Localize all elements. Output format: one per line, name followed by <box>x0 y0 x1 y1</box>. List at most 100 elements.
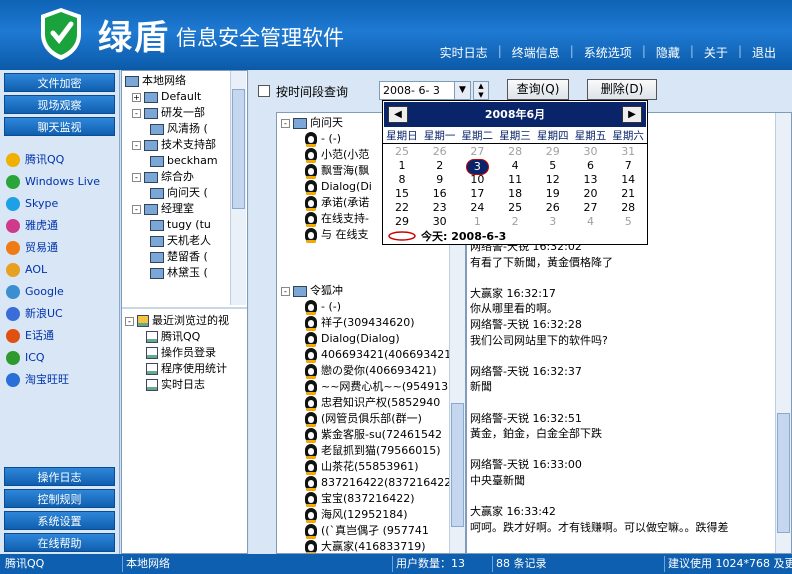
chat-user[interactable]: 戀の愛你(406693421) <box>305 363 437 379</box>
calendar-day[interactable]: 18 <box>496 187 534 201</box>
next-month-icon[interactable]: ▶ <box>622 106 642 123</box>
calendar-day[interactable]: 10 <box>458 173 496 187</box>
date-picker-input[interactable]: 2008- 6- 3 ▼ <box>379 81 471 100</box>
im-app-4[interactable]: 贸易通 <box>6 238 58 258</box>
chat-user[interactable]: - (-) <box>305 299 341 315</box>
live-observe-button[interactable]: 现场观察 <box>4 95 115 114</box>
calendar-day[interactable]: 7 <box>609 159 647 173</box>
recent-root[interactable]: - 最近浏览过的视 <box>125 313 229 329</box>
calendar-day[interactable]: 9 <box>421 173 459 187</box>
calendar-day[interactable]: 30 <box>572 145 610 159</box>
chat-user[interactable]: 飘雪海(飘 <box>305 163 369 179</box>
im-app-9[interactable]: ICQ <box>6 348 45 368</box>
delete-button[interactable]: 删除(D) <box>587 79 657 100</box>
calendar-day[interactable]: 16 <box>421 187 459 201</box>
calendar-today[interactable]: 今天: 2008-6-3 <box>387 228 506 244</box>
operation-log-button[interactable]: 操作日志 <box>4 467 115 486</box>
tree-node[interactable]: 楚留香 ( <box>150 249 208 265</box>
im-app-10[interactable]: 淘宝旺旺 <box>6 370 69 390</box>
calendar-day[interactable]: 26 <box>421 145 459 159</box>
chat-user[interactable]: 老鼠抓到猫(79566015) <box>305 443 441 459</box>
calendar-day[interactable]: 29 <box>534 145 572 159</box>
chat-user[interactable]: 宝宝(837216422) <box>305 491 415 507</box>
calendar-day[interactable]: 28 <box>496 145 534 159</box>
tree-node[interactable]: beckham <box>150 153 218 169</box>
calendar-day[interactable]: 8 <box>383 173 421 187</box>
chat-user[interactable]: ~~网费心机~~(9549137 <box>305 379 455 395</box>
calendar-day[interactable]: 20 <box>572 187 610 201</box>
recent-item[interactable]: 程序使用统计 <box>146 361 227 377</box>
calendar-day[interactable]: 2 <box>496 215 534 229</box>
calendar-day[interactable]: 2 <box>421 159 459 173</box>
nav-realtime-log[interactable]: 实时日志 <box>434 44 494 61</box>
tree-node[interactable]: 林黛玉 ( <box>150 265 208 281</box>
collapse-icon[interactable]: - <box>281 286 290 296</box>
calendar-day[interactable]: 19 <box>534 187 572 201</box>
im-app-5[interactable]: AOL <box>6 260 47 280</box>
prev-month-icon[interactable]: ◀ <box>388 106 408 123</box>
chat-user[interactable]: 忠君知识产权(5852940 <box>305 395 440 411</box>
im-app-2[interactable]: Skype <box>6 194 58 214</box>
date-spinner[interactable]: ▲ ▼ <box>473 81 489 100</box>
im-app-1[interactable]: Windows Live <box>6 172 100 192</box>
chat-user[interactable]: 837216422(837216422) <box>305 475 456 491</box>
im-app-0[interactable]: 腾讯QQ <box>6 150 64 170</box>
chat-user[interactable]: 海风(12952184) <box>305 507 408 523</box>
im-app-3[interactable]: 雅虎通 <box>6 216 58 236</box>
control-rules-button[interactable]: 控制规则 <box>4 489 115 508</box>
tree-node[interactable]: tugy (tu <box>150 217 211 233</box>
calendar-day[interactable]: 6 <box>572 159 610 173</box>
chat-user[interactable]: 小范(小范 <box>305 147 369 163</box>
calendar-day[interactable]: 14 <box>609 173 647 187</box>
recent-item[interactable]: 腾讯QQ <box>146 329 200 345</box>
system-settings-button[interactable]: 系统设置 <box>4 511 115 530</box>
recent-item[interactable]: 操作员登录 <box>146 345 216 361</box>
nav-hide[interactable]: 隐藏 <box>650 44 686 61</box>
user-scroll-thumb[interactable] <box>451 403 464 527</box>
calendar-day[interactable]: 3 <box>534 215 572 229</box>
collapse-icon[interactable]: - <box>132 172 141 182</box>
calendar-day[interactable]: 23 <box>421 201 459 215</box>
im-app-6[interactable]: Google <box>6 282 64 302</box>
nav-exit[interactable]: 退出 <box>746 44 782 61</box>
calendar-day[interactable]: 4 <box>572 215 610 229</box>
time-range-checkbox[interactable] <box>258 85 270 97</box>
file-encrypt-button[interactable]: 文件加密 <box>4 73 115 92</box>
chat-scroll-thumb[interactable] <box>777 413 790 533</box>
tree-scroll-thumb[interactable] <box>232 89 245 209</box>
calendar-day[interactable]: 27 <box>458 145 496 159</box>
calendar-day[interactable]: 5 <box>609 215 647 229</box>
calendar-day[interactable]: 13 <box>572 173 610 187</box>
collapse-icon[interactable]: - <box>132 140 141 150</box>
chat-user[interactable]: 406693421(406693421) <box>305 347 456 363</box>
collapse-icon[interactable]: - <box>125 316 134 326</box>
chat-user[interactable]: 祥子(309434620) <box>305 315 415 331</box>
calendar-day[interactable]: 28 <box>609 201 647 215</box>
dropdown-arrow-icon[interactable]: ▼ <box>454 82 470 99</box>
calendar-day[interactable]: 5 <box>534 159 572 173</box>
recent-item[interactable]: 实时日志 <box>146 377 205 393</box>
collapse-icon[interactable]: - <box>281 118 290 128</box>
calendar-day[interactable]: 15 <box>383 187 421 201</box>
collapse-icon[interactable]: - <box>132 108 141 118</box>
calendar-day[interactable]: 27 <box>572 201 610 215</box>
im-app-7[interactable]: 新浪UC <box>6 304 63 324</box>
im-app-8[interactable]: E话通 <box>6 326 54 346</box>
collapse-icon[interactable]: - <box>132 204 141 214</box>
calendar-day[interactable]: 4 <box>496 159 534 173</box>
calendar-day[interactable]: 25 <box>496 201 534 215</box>
calendar-day[interactable]: 1 <box>383 159 421 173</box>
calendar-day[interactable]: 31 <box>609 145 647 159</box>
tree-node[interactable]: + Default <box>132 89 201 105</box>
tree-node[interactable]: 风清扬 ( <box>150 121 208 137</box>
chat-user[interactable]: 紫金客服-su(72461542 <box>305 427 442 443</box>
calendar-day[interactable]: 1 <box>458 215 496 229</box>
chat-user[interactable]: - (-) <box>305 131 341 147</box>
tree-node[interactable]: 向问天 ( <box>150 185 208 201</box>
tree-node[interactable]: - 综合办 <box>132 169 194 185</box>
calendar-day[interactable]: 22 <box>383 201 421 215</box>
nav-about[interactable]: 关于 <box>698 44 734 61</box>
calendar-day[interactable]: 26 <box>534 201 572 215</box>
chat-user[interactable]: Dialog(Dialog) <box>305 331 400 347</box>
calendar-day[interactable]: 29 <box>383 215 421 229</box>
